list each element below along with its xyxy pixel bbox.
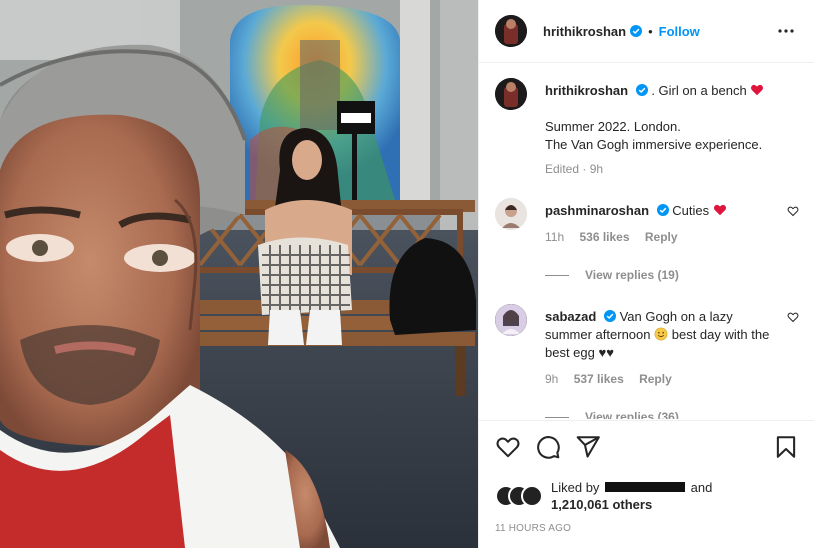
comment-likes[interactable]: 536 likes	[579, 230, 629, 244]
heart-icon[interactable]	[787, 311, 799, 323]
comment-username[interactable]: pashminaroshan	[545, 203, 649, 218]
view-replies-button[interactable]: View replies (19)	[545, 268, 799, 282]
view-replies-label: View replies (36)	[585, 410, 679, 419]
view-replies-button[interactable]: View replies (36)	[545, 410, 799, 419]
post-side-panel: hrithikroshan • Follow hrithikroshan . G…	[478, 0, 814, 548]
red-heart-emoji	[751, 84, 764, 96]
follow-button[interactable]: Follow	[659, 24, 700, 39]
comment: pashminaroshan Cuties 11h 536 likes Repl…	[495, 198, 799, 246]
heart-icon[interactable]	[787, 205, 799, 217]
instagram-post: hrithikroshan • Follow hrithikroshan . G…	[0, 0, 814, 548]
comment-avatar[interactable]	[495, 304, 527, 336]
more-options-button[interactable]	[774, 19, 798, 43]
redacted-username	[605, 482, 686, 492]
caption-text: . Girl on a bench	[651, 83, 747, 98]
smiley-emoji	[654, 327, 668, 341]
heart-icon[interactable]	[495, 434, 521, 460]
post-timestamp[interactable]: 11 HOURS AGO	[495, 523, 799, 534]
share-icon[interactable]	[575, 434, 601, 460]
comment-text: Cuties	[672, 203, 710, 218]
separator-dot: •	[648, 23, 653, 39]
verified-icon	[630, 25, 643, 37]
selfie-image	[0, 0, 478, 548]
author-avatar[interactable]	[495, 15, 527, 47]
caption-avatar[interactable]	[495, 78, 527, 110]
black-hearts-emoji: ♥♥	[598, 345, 614, 360]
caption-line-3: The Van Gogh immersive experience.	[545, 137, 763, 152]
caption: hrithikroshan . Girl on a bench Summer 2…	[495, 78, 799, 178]
reply-button[interactable]: Reply	[645, 230, 678, 244]
more-icon	[778, 29, 794, 33]
replies-divider	[545, 274, 569, 276]
comment-username[interactable]: sabazad	[545, 309, 596, 324]
liker-avatars[interactable]	[495, 485, 543, 507]
comment-avatar[interactable]	[495, 198, 527, 230]
comment-time[interactable]: 9h	[545, 372, 558, 386]
comment: sabazad Van Gogh on a lazy summer aftern…	[495, 304, 799, 388]
reply-button[interactable]: Reply	[639, 372, 672, 386]
comment-time[interactable]: 11h	[545, 230, 564, 244]
verified-icon	[656, 204, 669, 216]
comments-section[interactable]: hrithikroshan . Girl on a bench Summer 2…	[479, 64, 814, 419]
author-username[interactable]: hrithikroshan	[543, 24, 626, 39]
post-header: hrithikroshan • Follow	[479, 0, 814, 63]
comment-likes[interactable]: 537 likes	[574, 372, 624, 386]
caption-line-2: Summer 2022. London.	[545, 119, 681, 134]
view-replies-label: View replies (19)	[585, 268, 679, 282]
save-icon[interactable]	[773, 434, 799, 460]
liked-by-and: and	[690, 480, 713, 495]
liked-by: Liked by and 1,210,061 others	[495, 479, 799, 513]
caption-username[interactable]: hrithikroshan	[545, 83, 628, 98]
red-heart-emoji	[713, 204, 726, 216]
post-actions: Liked by and 1,210,061 others 11 HOURS A…	[479, 420, 814, 534]
verified-icon	[635, 84, 648, 96]
caption-edited: Edited · 9h	[545, 162, 604, 176]
post-photo[interactable]	[0, 0, 478, 548]
replies-divider	[545, 416, 569, 418]
action-bar	[495, 433, 799, 461]
verified-icon	[603, 310, 616, 322]
liked-by-prefix: Liked by	[551, 480, 600, 495]
likes-count[interactable]: 1,210,061 others	[551, 496, 712, 513]
comment-icon[interactable]	[535, 434, 561, 460]
